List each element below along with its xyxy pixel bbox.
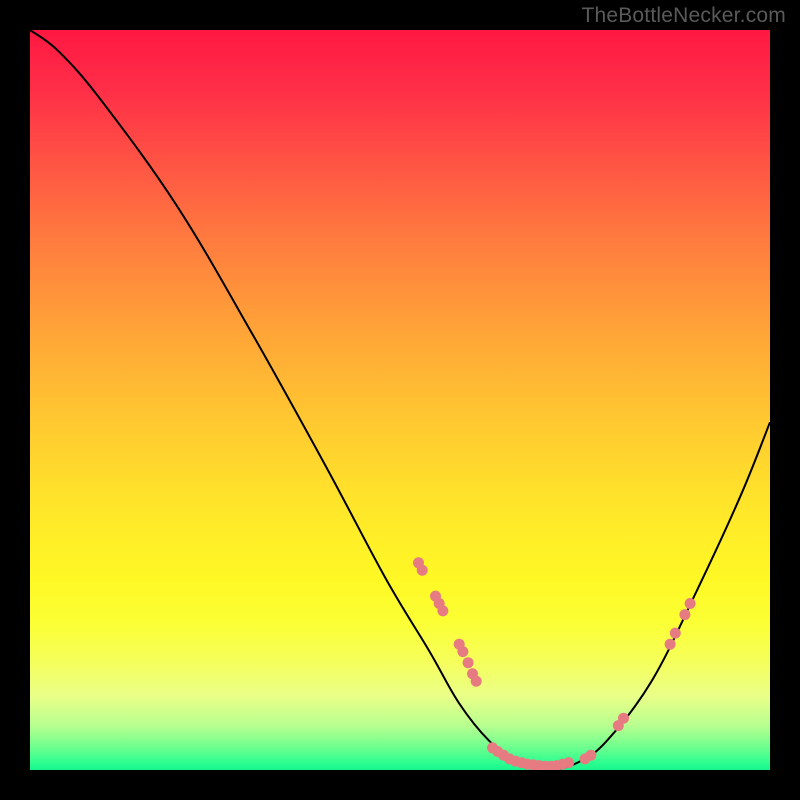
data-point <box>457 646 468 657</box>
data-point <box>679 609 690 620</box>
data-point-markers <box>413 557 696 770</box>
data-point <box>585 750 596 761</box>
chart-plot-area <box>30 30 770 770</box>
data-point <box>685 598 696 609</box>
data-point <box>437 605 448 616</box>
data-point <box>618 713 629 724</box>
data-point <box>563 757 574 768</box>
data-point <box>471 676 482 687</box>
data-point <box>670 628 681 639</box>
data-point <box>463 657 474 668</box>
data-point <box>665 639 676 650</box>
watermark-text: TheBottleNecker.com <box>581 4 786 28</box>
bottleneck-curve <box>30 30 770 770</box>
chart-svg <box>30 30 770 770</box>
data-point <box>417 565 428 576</box>
